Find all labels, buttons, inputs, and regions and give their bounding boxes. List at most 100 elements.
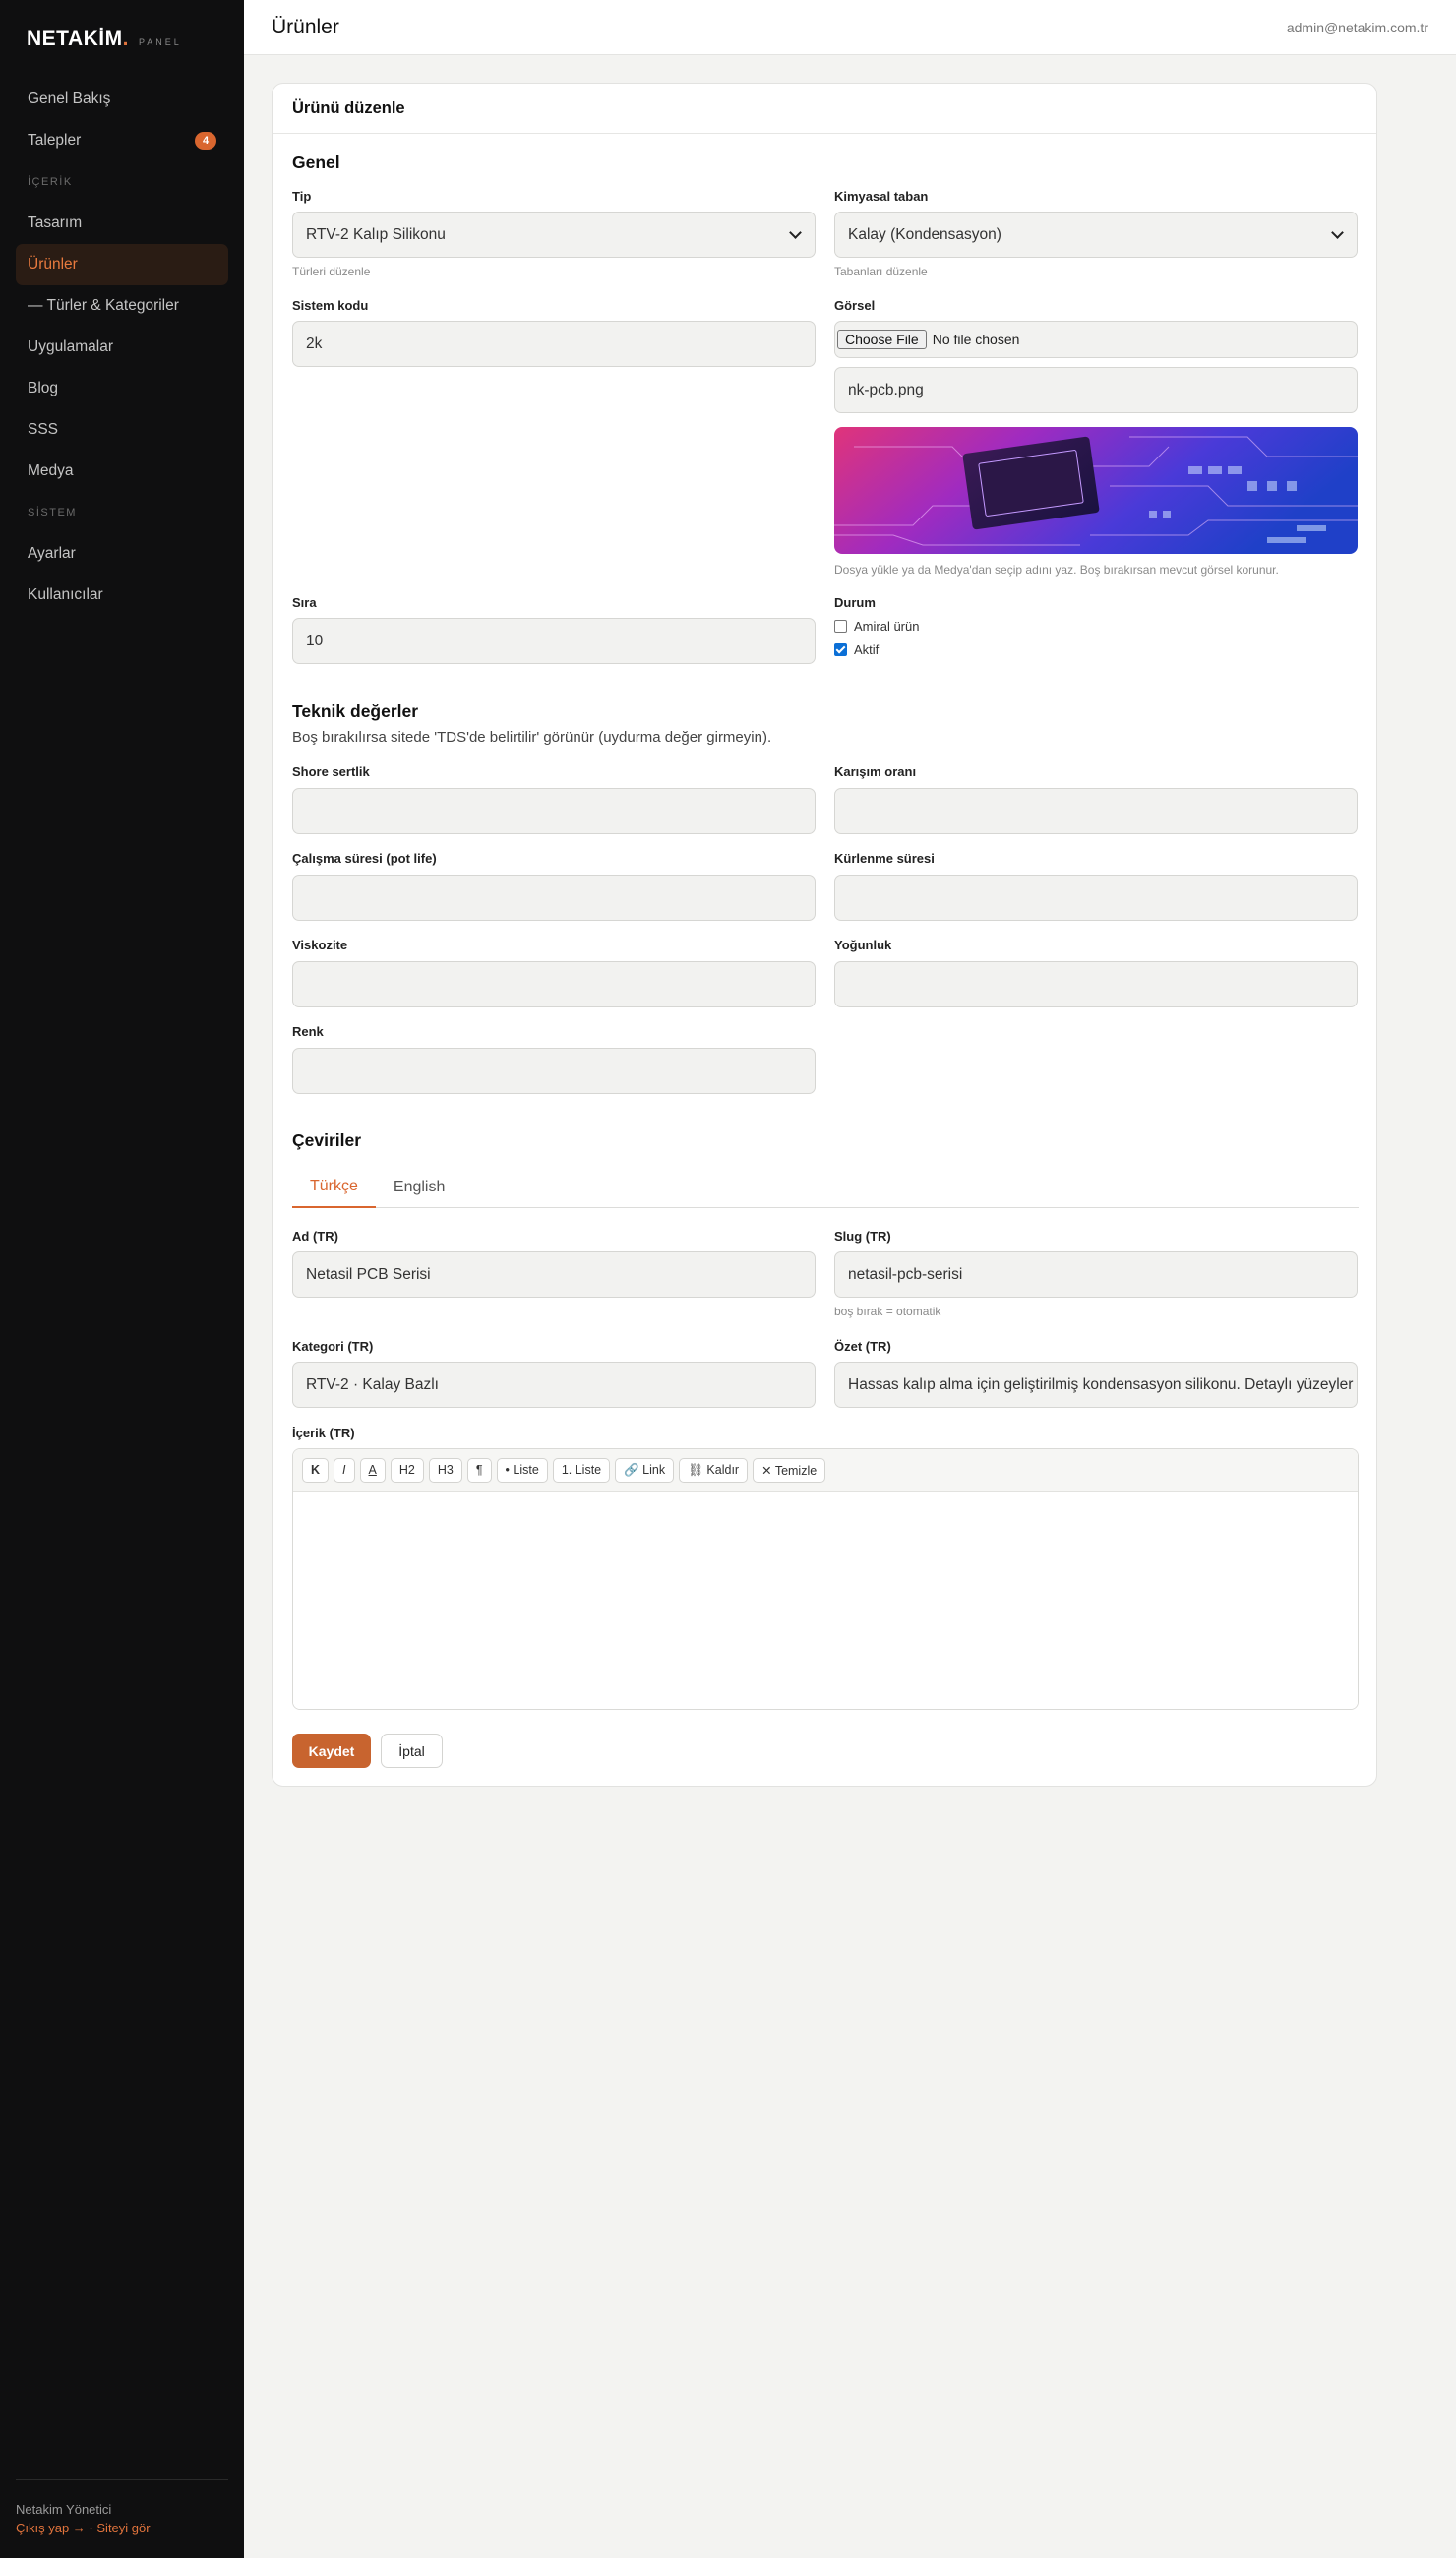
card-title: Ürünü düzenle xyxy=(273,84,1376,134)
content-editor: K I A H2 H3 ¶ • Liste 1. Liste 🔗 Link ⛓ … xyxy=(292,1448,1359,1710)
edit-product-card: Ürünü düzenle Genel Tip RTV-2 Kalıp Sili… xyxy=(272,83,1377,1787)
view-site-link[interactable]: Siteyi gör xyxy=(96,2521,150,2535)
heading2-button[interactable]: H2 xyxy=(390,1457,424,1483)
cancel-button[interactable]: İptal xyxy=(381,1734,443,1768)
color-input[interactable] xyxy=(292,1048,816,1094)
sidebar-nav: Genel Bakış Talepler 4 İÇERİK Tasarım Ürü… xyxy=(16,79,228,616)
base-select[interactable]: Kalay (Kondensasyon) xyxy=(834,212,1358,258)
mix-ratio-input[interactable] xyxy=(834,788,1358,834)
language-tabs: Türkçe English xyxy=(292,1166,1359,1208)
topbar: Ürünler admin@netakim.com.tr xyxy=(244,0,1456,55)
code-input[interactable]: 2k xyxy=(292,321,816,367)
tab-turkish[interactable]: Türkçe xyxy=(292,1166,376,1208)
technical-note: Boş bırakılırsa sitede 'TDS'de belirtili… xyxy=(292,729,772,746)
image-file-input[interactable]: Choose File No file chosen xyxy=(834,321,1358,358)
page-title: Ürünler xyxy=(272,15,339,38)
sidebar: NETAKİM. PANEL Genel Bakış Talepler 4 İÇE… xyxy=(0,0,244,2558)
image-label: Görsel xyxy=(834,298,876,313)
heading3-button[interactable]: H3 xyxy=(428,1457,462,1483)
density-input[interactable] xyxy=(834,961,1358,1007)
edit-bases-link[interactable]: Tabanları düzenle xyxy=(834,265,928,278)
paragraph-button[interactable]: ¶ xyxy=(466,1457,492,1483)
section-translations-title: Çeviriler xyxy=(292,1130,362,1150)
image-preview xyxy=(834,427,1358,554)
cure-time-input[interactable] xyxy=(834,875,1358,921)
image-name-input[interactable]: nk-pcb.png xyxy=(834,367,1358,413)
viscosity-input[interactable] xyxy=(292,961,816,1007)
footer-links: Çıkış yap → · Siteyi gör xyxy=(16,2521,228,2535)
brand[interactable]: NETAKİM. PANEL xyxy=(27,28,182,51)
clear-format-button[interactable]: ✕ Temizle xyxy=(753,1457,826,1483)
unlink-button[interactable]: ⛓ Kaldır xyxy=(679,1457,749,1483)
sidebar-section-content: İÇERİK xyxy=(28,176,73,188)
name-label: Ad (TR) xyxy=(292,1229,338,1244)
sidebar-item-users[interactable]: Kullanıcılar xyxy=(16,575,228,616)
density-label: Yoğunluk xyxy=(834,938,892,952)
summary-label: Özet (TR) xyxy=(834,1339,891,1354)
numbered-list-button[interactable]: 1. Liste xyxy=(552,1457,611,1483)
color-label: Renk xyxy=(292,1024,324,1039)
chevron-down-icon xyxy=(1331,225,1344,239)
summary-input[interactable]: Hassas kalıp alma için geliştirilmiş kon… xyxy=(834,1362,1358,1408)
category-label: Kategori (TR) xyxy=(292,1339,374,1354)
slug-input[interactable]: netasil-pcb-serisi xyxy=(834,1251,1358,1298)
bullet-list-button[interactable]: • Liste xyxy=(496,1457,548,1483)
flagship-checkbox-row[interactable]: Amiral ürün xyxy=(834,619,919,634)
status-label: Durum xyxy=(834,595,876,610)
requests-count-badge: 4 xyxy=(195,132,216,150)
sidebar-item-applications[interactable]: Uygulamalar xyxy=(16,327,228,368)
save-button[interactable]: Kaydet xyxy=(292,1734,371,1768)
potlife-label: Çalışma süresi (pot life) xyxy=(292,851,437,866)
file-status: No file chosen xyxy=(932,332,1020,347)
footer-user-name: Netakim Yönetici xyxy=(16,2502,112,2517)
edit-types-link[interactable]: Türleri düzenle xyxy=(292,265,370,278)
sidebar-item-blog[interactable]: Blog xyxy=(16,368,228,409)
cure-time-label: Kürlenme süresi xyxy=(834,851,935,866)
sidebar-item-overview[interactable]: Genel Bakış xyxy=(16,79,228,120)
sidebar-item-products[interactable]: Ürünler xyxy=(16,244,228,285)
sidebar-item-types-categories[interactable]: — Türler & Kategoriler xyxy=(16,285,228,327)
chevron-down-icon xyxy=(789,225,802,239)
user-email: admin@netakim.com.tr xyxy=(1286,19,1428,35)
order-label: Sıra xyxy=(292,595,317,610)
sidebar-item-requests[interactable]: Talepler 4 xyxy=(16,120,228,161)
mix-ratio-label: Karışım oranı xyxy=(834,764,917,779)
bold-button[interactable]: K xyxy=(302,1457,330,1483)
logout-link[interactable]: Çıkış yap → xyxy=(16,2521,86,2535)
active-checkbox-row[interactable]: Aktif xyxy=(834,642,879,657)
slug-help-text: boş bırak = otomatik xyxy=(834,1305,941,1318)
shore-label: Shore sertlik xyxy=(292,764,370,779)
category-input[interactable]: RTV-2 · Kalay Bazlı xyxy=(292,1362,816,1408)
brand-logo: NETAKİM. xyxy=(27,28,129,50)
type-select[interactable]: RTV-2 Kalıp Silikonu xyxy=(292,212,816,258)
italic-button[interactable]: I xyxy=(334,1457,355,1483)
content-editor-area[interactable] xyxy=(293,1492,1358,1709)
section-general-title: Genel xyxy=(292,152,340,172)
viscosity-label: Viskozite xyxy=(292,938,348,952)
sidebar-item-settings[interactable]: Ayarlar xyxy=(16,533,228,575)
code-label: Sistem kodu xyxy=(292,298,369,313)
flagship-checkbox[interactable] xyxy=(834,620,847,633)
sidebar-item-media[interactable]: Medya xyxy=(16,451,228,492)
brand-subtitle: PANEL xyxy=(138,37,182,47)
footer-separator: · xyxy=(89,2521,93,2535)
editor-toolbar: K I A H2 H3 ¶ • Liste 1. Liste 🔗 Link ⛓ … xyxy=(293,1449,1358,1492)
order-input[interactable]: 10 xyxy=(292,618,816,664)
sidebar-footer: Netakim Yönetici Çıkış yap → · Siteyi gö… xyxy=(16,2479,228,2535)
image-help-text: Dosya yükle ya da Medya'dan seçip adını … xyxy=(834,563,1279,577)
section-technical-title: Teknik değerler xyxy=(292,701,419,721)
slug-label: Slug (TR) xyxy=(834,1229,891,1244)
pcb-preview-image xyxy=(834,427,1358,554)
active-checkbox[interactable] xyxy=(834,643,847,656)
shore-input[interactable] xyxy=(292,788,816,834)
underline-button[interactable]: A xyxy=(359,1457,386,1483)
sidebar-item-design[interactable]: Tasarım xyxy=(16,203,228,244)
type-label: Tip xyxy=(292,189,312,204)
tab-english[interactable]: English xyxy=(376,1166,462,1208)
sidebar-item-faq[interactable]: SSS xyxy=(16,409,228,451)
potlife-input[interactable] xyxy=(292,875,816,921)
base-label: Kimyasal taban xyxy=(834,189,929,204)
choose-file-button[interactable]: Choose File xyxy=(837,330,927,349)
link-button[interactable]: 🔗 Link xyxy=(615,1457,675,1483)
name-input[interactable]: Netasil PCB Serisi xyxy=(292,1251,816,1298)
